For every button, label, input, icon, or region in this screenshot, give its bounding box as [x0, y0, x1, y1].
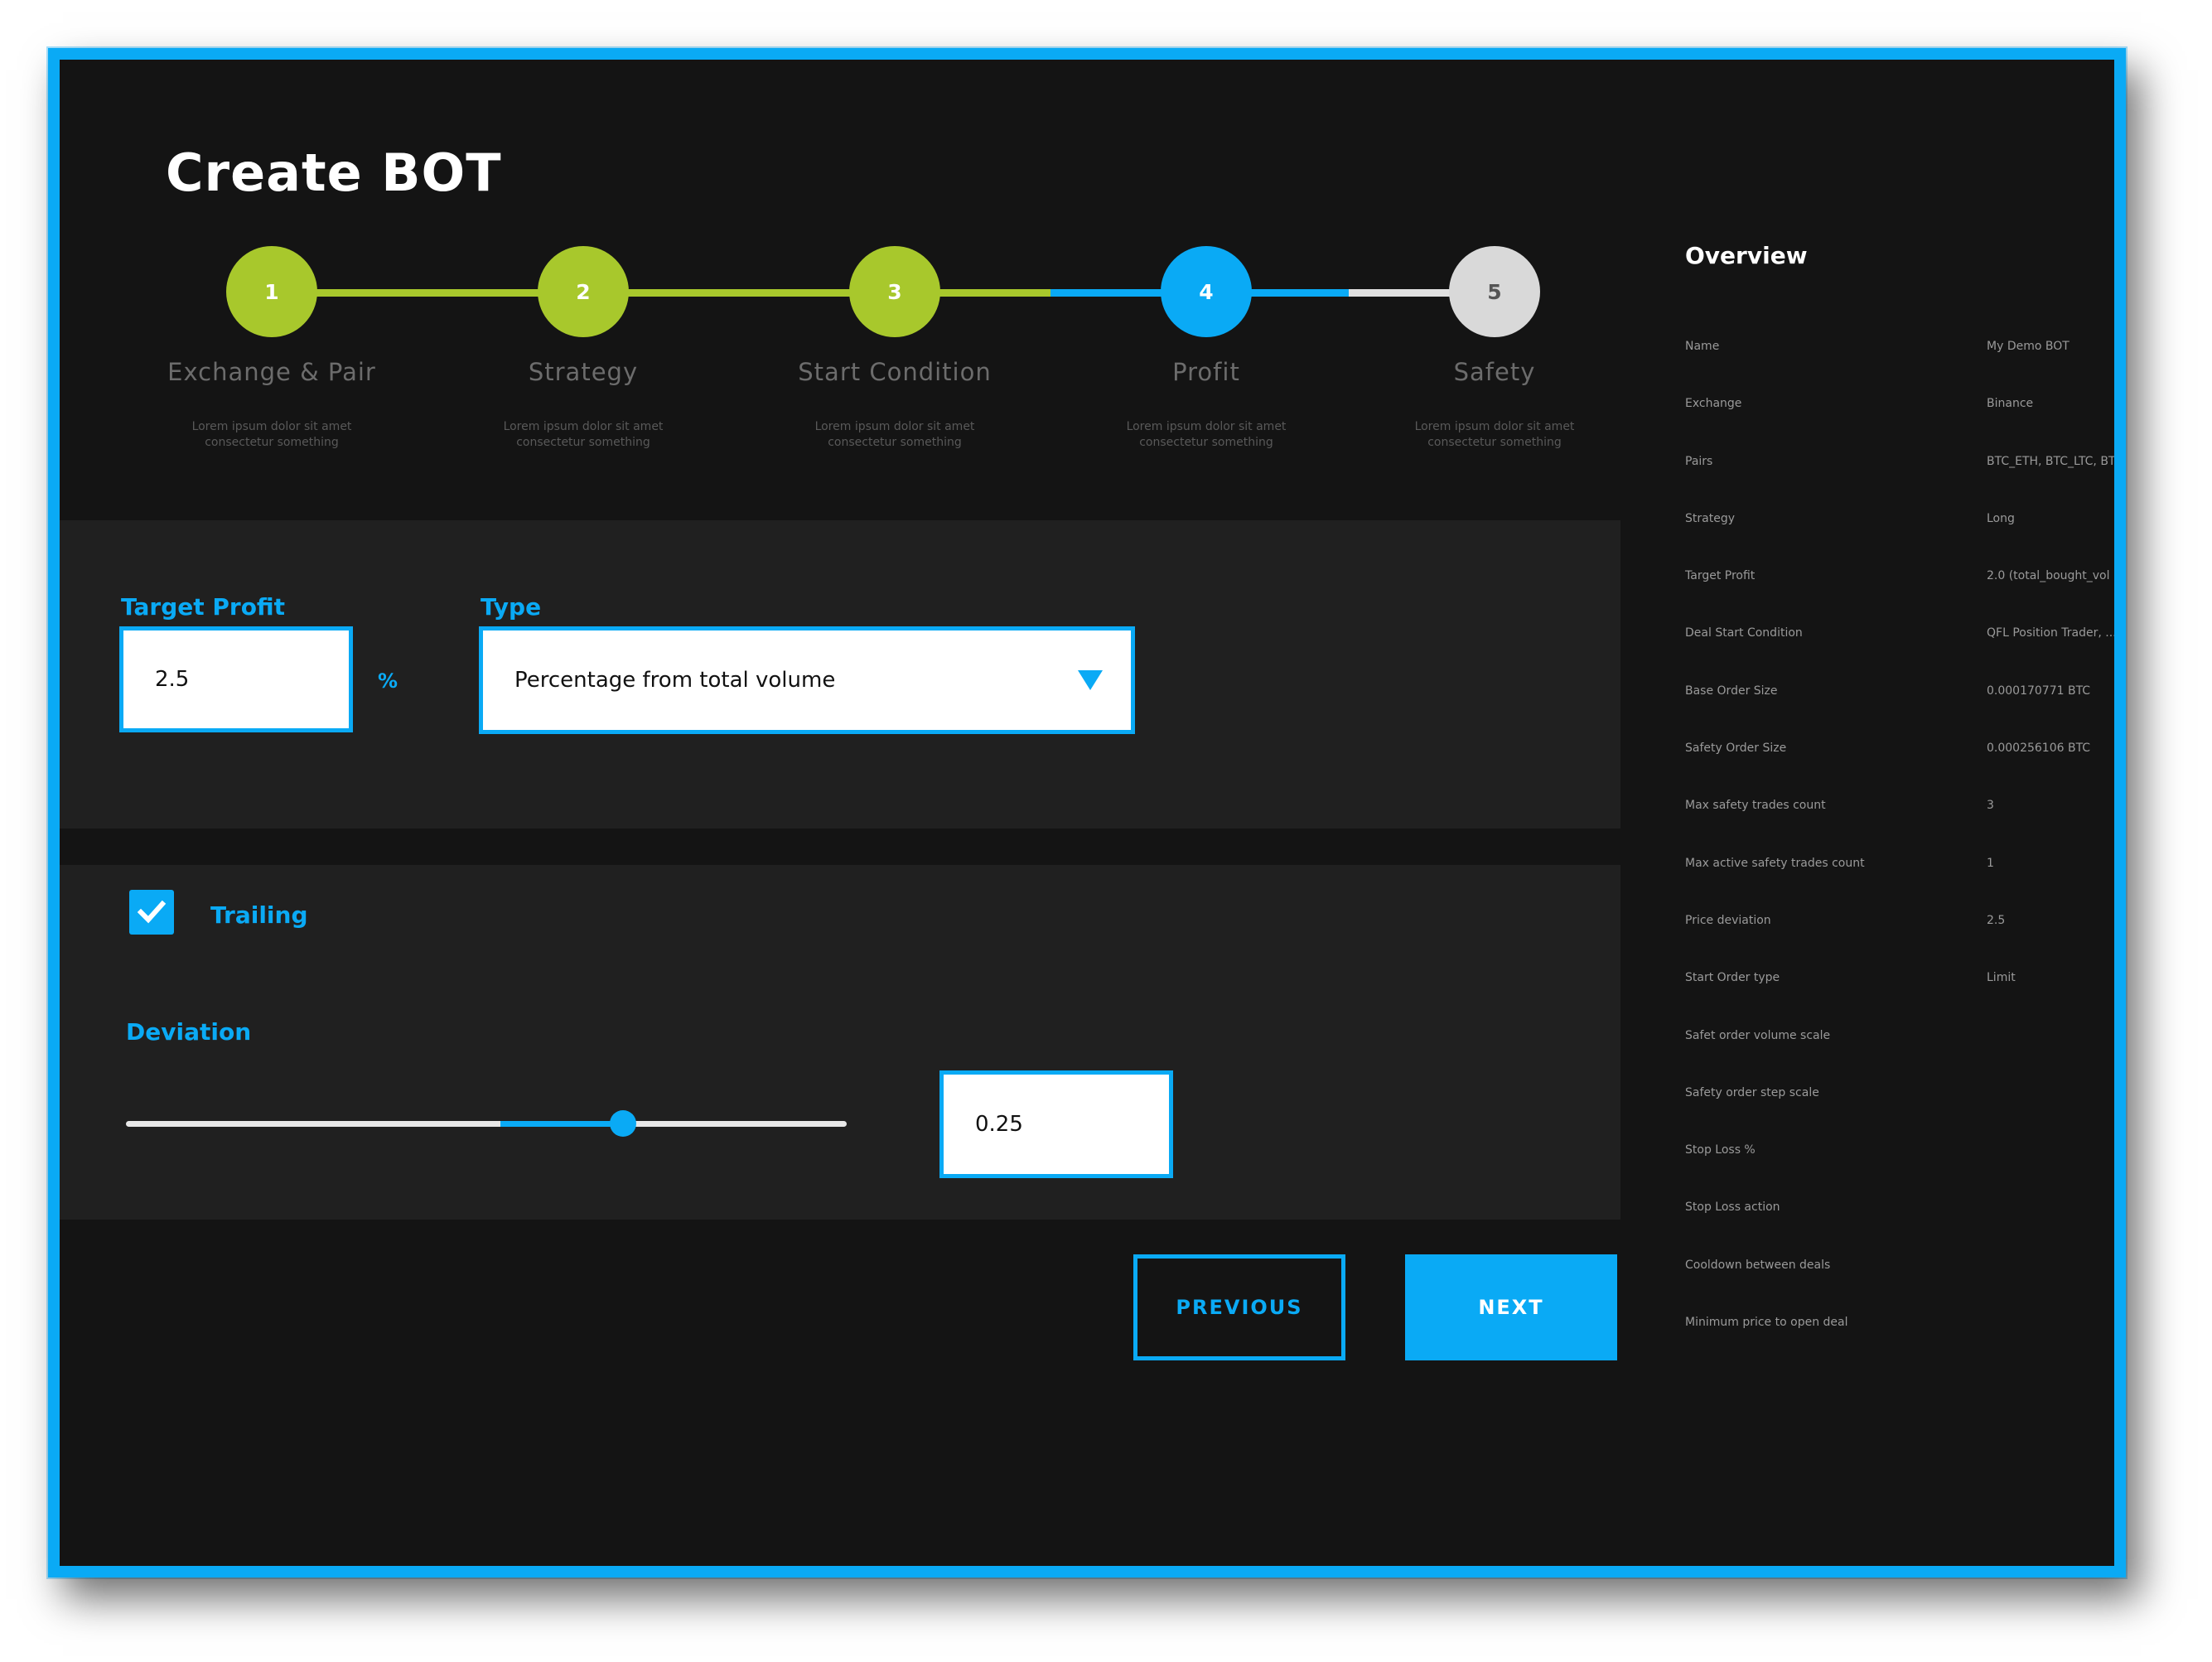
trailing-checkbox[interactable] [129, 890, 174, 935]
overview-row: Strategy Long [1685, 511, 2114, 569]
type-selected-value: Percentage from total volume [514, 668, 836, 693]
step-number-badge: 5 [1449, 246, 1540, 337]
target-profit-value: 2.5 [155, 667, 190, 692]
overview-row-key: Price deviation [1685, 913, 1771, 927]
step-description: Lorem ipsum dolor sit amet consectetur s… [1126, 420, 1287, 449]
step-label: Start Condition [798, 358, 992, 386]
target-profit-panel: Target Profit 2.5 % Type Percentage from… [60, 520, 1620, 829]
overview-row-value: 1 [1987, 856, 1994, 870]
stepper-connector-2-3 [583, 289, 895, 297]
overview-row: Pairs BTC_ETH, BTC_LTC, BT [1685, 454, 2116, 512]
trailing-label[interactable]: Trailing [210, 901, 308, 929]
overview-row: Start Order type Limit [1685, 971, 2114, 1028]
step-number-badge: 3 [849, 246, 940, 337]
target-profit-input[interactable]: 2.5 [119, 626, 353, 732]
overview-row: Stop Loss action [1685, 1201, 2114, 1258]
overview-row-value: 0.000256106 BTC [1987, 742, 2091, 756]
deviation-slider[interactable] [126, 1121, 847, 1127]
overview-row-key: Target Profit [1685, 569, 1756, 583]
overview-row-key: Max safety trades count [1685, 799, 1826, 813]
overview-row-value: Limit [1987, 971, 2016, 985]
chevron-down-icon[interactable] [1078, 670, 1103, 690]
overview-row: Safet order volume scale [1685, 1028, 2114, 1086]
overview-row: Max active safety trades count 1 [1685, 856, 2114, 914]
target-profit-label: Target Profit [121, 593, 286, 621]
overview-row-key: Max active safety trades count [1685, 856, 1865, 870]
overview-row: Exchange Binance [1685, 397, 2114, 454]
overview-list: Name My Demo BOT Exchange Binance Pairs BTC_E… [1685, 340, 2117, 1373]
overview-row-key: Stop Loss action [1685, 1201, 1780, 1215]
overview-row-key: Cooldown between deals [1685, 1258, 1831, 1272]
deviation-slider-fill [500, 1121, 624, 1127]
step-number-badge: 2 [538, 246, 629, 337]
step-description: Lorem ipsum dolor sit amet consectetur s… [191, 420, 352, 449]
step-label: Safety [1453, 358, 1536, 386]
overview-row-value: Long [1987, 511, 2015, 525]
wizard-stepper: 1 Exchange & Pair Lorem ipsum dolor sit … [60, 60, 1617, 524]
overview-row-key: Minimum price to open deal [1685, 1316, 1848, 1330]
trailing-panel: Trailing Deviation 0.25 [60, 865, 1620, 1220]
overview-row-key: Safety order step scale [1685, 1085, 1819, 1099]
overview-row-key: Exchange [1685, 397, 1742, 411]
overview-row-key: Deal Start Condition [1685, 626, 1803, 640]
overview-row-value: 0.000170771 BTC [1987, 684, 2091, 698]
deviation-label: Deviation [126, 1018, 252, 1046]
step-label: Strategy [528, 358, 639, 386]
overview-row-key: Start Order type [1685, 971, 1780, 985]
overview-row: Safety Order Size 0.000256106 BTC [1685, 742, 2114, 799]
create-bot-window: Create BOT 1 Exchange & Pair Lorem ipsum… [48, 48, 2126, 1577]
deviation-slider-handle[interactable] [610, 1110, 637, 1137]
check-icon [137, 900, 167, 924]
next-button[interactable]: NEXT [1405, 1254, 1617, 1360]
overview-row-key: Safety Order Size [1685, 742, 1787, 756]
overview-row-value: 2.0 (total_bought_vol [1987, 569, 2110, 583]
overview-row-value: 3 [1987, 799, 1994, 813]
overview-row-value: 2.5 [1987, 913, 2006, 927]
deviation-input[interactable]: 0.25 [939, 1070, 1173, 1178]
overview-row: Target Profit 2.0 (total_bought_vol [1685, 569, 2114, 626]
step-description: Lorem ipsum dolor sit amet consectetur s… [814, 420, 975, 449]
overview-row: Deal Start Condition QFL Position Trader,… [1685, 626, 2117, 684]
percent-unit: % [378, 669, 398, 693]
overview-row-key: Stop Loss % [1685, 1143, 1756, 1157]
overview-row: Minimum price to open deal [1685, 1316, 2114, 1373]
deviation-value: 0.25 [975, 1112, 1023, 1137]
step-number-badge: 1 [226, 246, 317, 337]
overview-row-key: Base Order Size [1685, 684, 1778, 698]
overview-row-value: BTC_ETH, BTC_LTC, BT [1987, 454, 2116, 468]
overview-row-value: Binance [1987, 397, 2034, 411]
overview-row: Name My Demo BOT [1685, 340, 2114, 397]
overview-row-key: Pairs [1685, 454, 1713, 468]
overview-row-key: Strategy [1685, 511, 1735, 525]
step-description: Lorem ipsum dolor sit amet consectetur s… [503, 420, 664, 449]
overview-row-key: Name [1685, 340, 1720, 353]
overview-row-value: My Demo BOT [1987, 340, 2070, 353]
stepper-connector-1-2 [272, 289, 583, 297]
overview-row-key: Safet order volume scale [1685, 1028, 1831, 1042]
type-label: Type [481, 593, 542, 621]
overview-row: Base Order Size 0.000170771 BTC [1685, 684, 2114, 742]
step-number-badge: 4 [1161, 246, 1252, 337]
type-select[interactable]: Percentage from total volume [479, 626, 1135, 734]
step-description: Lorem ipsum dolor sit amet consectetur s… [1414, 420, 1575, 449]
overview-row: Cooldown between deals [1685, 1258, 2114, 1316]
overview-row-value: QFL Position Trader, ... [1987, 626, 2117, 640]
previous-button[interactable]: PREVIOUS [1133, 1254, 1345, 1360]
step-label: Exchange & Pair [167, 358, 376, 386]
overview-row: Stop Loss % [1685, 1143, 2114, 1201]
overview-row: Price deviation 2.5 [1685, 913, 2114, 971]
step-label: Profit [1172, 358, 1240, 386]
overview-row: Safety order step scale [1685, 1085, 2114, 1143]
overview-title: Overview [1685, 242, 1808, 269]
overview-row: Max safety trades count 3 [1685, 799, 2114, 856]
